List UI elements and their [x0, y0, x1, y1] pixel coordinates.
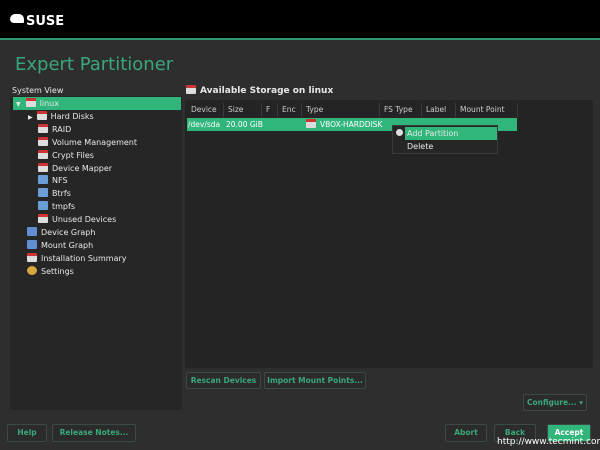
configure-button[interactable]: Configure... ▾ [523, 394, 587, 411]
logo-text: SUSE [26, 14, 65, 29]
disk-icon [38, 136, 48, 146]
header-bar [0, 0, 600, 40]
system-view-label: System View [12, 86, 64, 95]
watermark: http://www.tecmint.com [497, 437, 600, 447]
tree-item-label: Installation Summary [41, 253, 127, 263]
column-header[interactable]: F [262, 103, 278, 117]
wrench-icon [27, 265, 37, 275]
cell-type: VBOX-HARDDISK [306, 118, 382, 131]
tree-item-device-graph[interactable]: Device Graph [27, 226, 95, 239]
tree-item-label: Unused Devices [52, 215, 117, 225]
tree-item-linux[interactable]: ▼ linux [13, 97, 181, 110]
tree-item-btrfs[interactable]: Btrfs [38, 187, 71, 200]
tree-item-label: tmpfs [52, 202, 75, 212]
system-view-tree[interactable]: ▼ linux ▶ Hard Disks RAID Volume Management Cr… [10, 96, 182, 410]
tree-item-nfs[interactable]: NFS [38, 174, 68, 187]
configure-label: Configure... [527, 398, 577, 407]
column-header[interactable]: FS Type [380, 103, 422, 117]
tree-item-label: Mount Graph [41, 240, 94, 250]
column-header[interactable]: Size [224, 103, 262, 117]
disk-icon [38, 149, 48, 159]
storage-table[interactable]: Device Size F Enc Type FS Type Label Mount Poin… [185, 100, 593, 368]
tree-item-crypt-files[interactable]: Crypt Files [38, 149, 94, 162]
folder-icon [38, 201, 48, 211]
folder-icon [38, 188, 48, 198]
storage-title-text: Available Storage on linux [200, 86, 334, 96]
disk-icon [306, 119, 316, 128]
tree-item-label: Crypt Files [52, 150, 94, 160]
chameleon-icon [10, 14, 24, 23]
context-menu: Add Partition Delete [392, 125, 498, 154]
storage-title: Available Storage on linux [186, 85, 333, 96]
tree-item-unused-devices[interactable]: Unused Devices [38, 213, 116, 226]
tree-item-hard-disks[interactable]: ▶ Hard Disks [28, 110, 94, 123]
tree-item-installation-summary[interactable]: Installation Summary [27, 252, 127, 265]
page-title: Expert Partitioner [15, 54, 174, 75]
column-header[interactable]: Label [422, 103, 456, 117]
folder-icon [38, 175, 48, 185]
expand-arrow-icon[interactable]: ▼ [16, 101, 21, 108]
cell-type-text: VBOX-HARDDISK [320, 120, 383, 129]
tree-item-label: RAID [52, 124, 72, 134]
suse-logo: SUSE [10, 14, 64, 29]
tree-item-label: linux [39, 99, 59, 108]
rescan-devices-button[interactable]: Rescan Devices [186, 372, 261, 389]
tree-item-label: NFS [52, 176, 68, 186]
tree-item-device-mapper[interactable]: Device Mapper [38, 162, 112, 175]
disk-icon [36, 110, 47, 120]
abort-button[interactable]: Abort [445, 424, 487, 442]
column-header[interactable]: Mount Point [456, 103, 518, 117]
disk-icon [38, 214, 48, 224]
release-notes-button[interactable]: Release Notes... [52, 424, 136, 442]
graph-icon [27, 239, 37, 249]
menu-item-delete[interactable]: Delete [405, 140, 497, 153]
disk-icon [27, 252, 37, 262]
tree-item-label: Hard Disks [50, 111, 94, 121]
expand-arrow-icon[interactable]: ▶ [28, 114, 33, 121]
disk-icon [38, 123, 48, 133]
tree-item-mount-graph[interactable]: Mount Graph [27, 239, 93, 252]
cell-device: /dev/sda [188, 120, 221, 129]
disk-icon [186, 85, 196, 94]
import-mount-points-button[interactable]: Import Mount Points... [264, 372, 366, 389]
tree-item-tmpfs[interactable]: tmpfs [38, 200, 75, 213]
tree-item-label: Device Graph [41, 228, 96, 237]
tree-item-volume-management[interactable]: Volume Management [38, 136, 137, 149]
disk-icon [25, 98, 36, 107]
column-header[interactable]: Type [302, 103, 380, 117]
tree-item-label: Volume Management [52, 137, 137, 147]
column-header[interactable]: Device [187, 103, 224, 117]
add-icon [396, 129, 403, 136]
disk-icon [38, 162, 48, 172]
graph-icon [27, 227, 37, 236]
column-header[interactable]: Enc [278, 103, 302, 117]
tree-item-label: Btrfs [52, 189, 71, 199]
help-button[interactable]: Help [7, 424, 47, 442]
tree-item-raid[interactable]: RAID [38, 123, 71, 136]
tree-item-label: Device Mapper [52, 163, 113, 173]
cell-size: 20.00 GiB [226, 120, 263, 129]
menu-item-add-partition[interactable]: Add Partition [405, 127, 497, 140]
tree-item-label: Settings [41, 266, 74, 276]
tree-item-settings[interactable]: Settings [27, 265, 74, 278]
